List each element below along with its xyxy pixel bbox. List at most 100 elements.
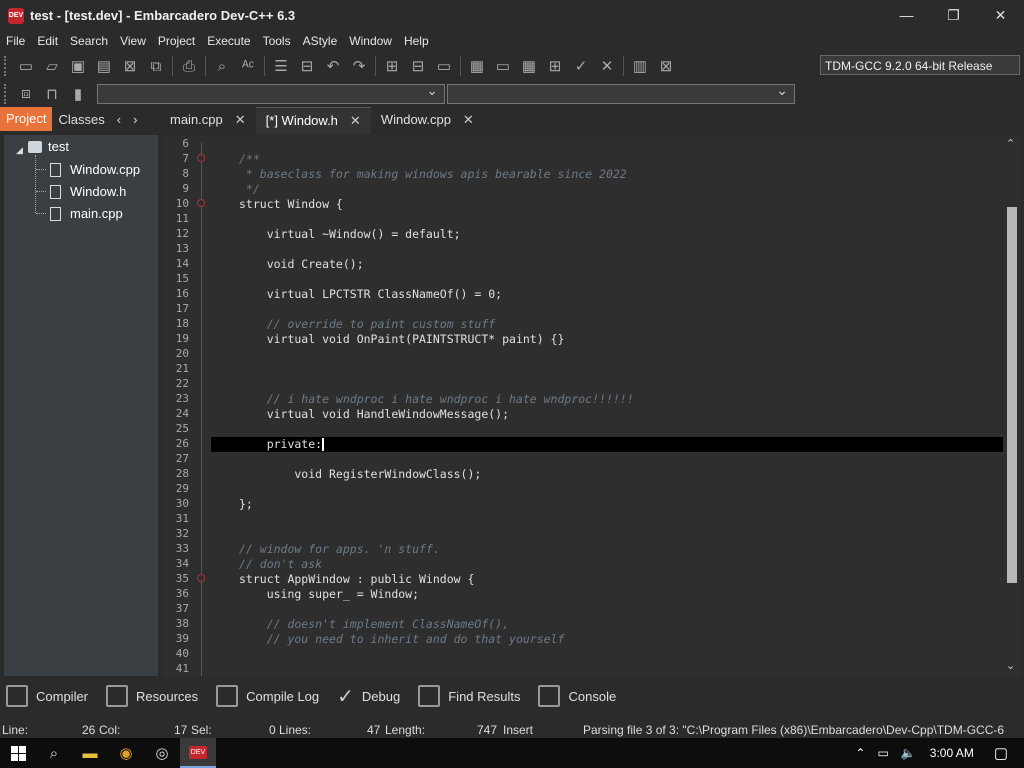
close-icon[interactable]: ✕ bbox=[235, 106, 246, 134]
menu-edit[interactable]: Edit bbox=[31, 34, 64, 48]
toolbar-grip[interactable] bbox=[4, 56, 10, 76]
delete-profile-icon[interactable]: ⊠ bbox=[653, 54, 679, 78]
menu-help[interactable]: Help bbox=[398, 34, 435, 48]
menu-window[interactable]: Window bbox=[343, 34, 398, 48]
console-icon bbox=[538, 685, 561, 707]
tree-item-main-cpp[interactable]: main.cpp bbox=[50, 206, 123, 221]
code-line: // i hate wndproc i hate wndproc i hate … bbox=[239, 392, 634, 406]
close-all-icon[interactable]: ⧉ bbox=[143, 54, 169, 78]
close-file-icon[interactable]: ⊠ bbox=[117, 54, 143, 78]
tab-window-cpp[interactable]: Window.cpp ✕ bbox=[371, 107, 484, 133]
start-button[interactable] bbox=[0, 738, 36, 768]
print-icon[interactable]: ⎙ bbox=[176, 54, 202, 78]
stop-execution-icon[interactable]: ✕ bbox=[594, 54, 620, 78]
scroll-up-icon[interactable]: ⌃ bbox=[1006, 137, 1015, 150]
scroll-down-icon[interactable]: ⌄ bbox=[1006, 659, 1015, 672]
devcpp-taskbar-button[interactable]: DEV bbox=[180, 738, 216, 768]
replace-icon[interactable]: ᴬᶜ bbox=[235, 54, 261, 78]
new-project-icon[interactable]: ⊞ bbox=[379, 54, 405, 78]
code-editor[interactable]: 6 7 8 9 10 11 12 13 14 15 16 17 18 19 20 21 22 23 24 25 26 27… bbox=[163, 135, 1003, 676]
clock[interactable]: 3:00 AM bbox=[930, 746, 974, 760]
code-line: virtual void OnPaint(PAINTSTRUCT* paint)… bbox=[239, 332, 565, 346]
goto-line-icon[interactable]: ☰ bbox=[268, 54, 294, 78]
compiler-select[interactable]: TDM-GCC 9.2.0 64-bit Release bbox=[820, 55, 1020, 75]
project-options-icon[interactable]: ▭ bbox=[431, 54, 457, 78]
save-icon[interactable]: ▣ bbox=[65, 54, 91, 78]
fold-marker-icon[interactable] bbox=[197, 574, 205, 582]
save-all-icon[interactable]: ▤ bbox=[91, 54, 117, 78]
tab-find-results[interactable]: Find Results bbox=[418, 685, 520, 707]
tab-project[interactable]: Project bbox=[0, 107, 53, 131]
toolbar-separator bbox=[460, 56, 461, 76]
open-folder-icon[interactable]: ▱ bbox=[39, 54, 65, 78]
line-number: 17 bbox=[175, 302, 189, 315]
compile-icon[interactable]: ▦ bbox=[464, 54, 490, 78]
secondary-toolbar: ⧈ ⊓ ▮ bbox=[0, 81, 1024, 106]
toggle-bookmark-icon[interactable]: ⊟ bbox=[294, 54, 320, 78]
tab-classes[interactable]: Classes bbox=[52, 107, 110, 131]
member-combo[interactable] bbox=[447, 82, 795, 104]
check-icon: ✓ bbox=[337, 685, 354, 708]
chevron-right-icon[interactable]: › bbox=[127, 112, 143, 127]
toolbar-grip[interactable] bbox=[4, 83, 10, 104]
tree-item-window-cpp[interactable]: Window.cpp bbox=[50, 162, 140, 177]
bookmark-icon[interactable]: ⊓ bbox=[39, 82, 65, 106]
fold-marker-icon[interactable] bbox=[197, 154, 205, 162]
menu-view[interactable]: View bbox=[114, 34, 152, 48]
maximize-button[interactable]: ❐ bbox=[930, 0, 977, 31]
close-icon[interactable]: ✕ bbox=[350, 107, 361, 135]
menu-search[interactable]: Search bbox=[64, 34, 114, 48]
class-combo[interactable] bbox=[97, 82, 445, 104]
check-syntax-icon[interactable]: ✓ bbox=[568, 54, 594, 78]
search-icon[interactable]: ⌕ bbox=[36, 738, 72, 768]
line-number: 30 bbox=[175, 497, 189, 510]
profile-icon[interactable]: ▥ bbox=[627, 54, 653, 78]
project-tree: ◢ test Window.cpp Window.h main.cpp bbox=[4, 135, 158, 676]
volume-muted-icon[interactable]: 🔈 bbox=[901, 746, 916, 760]
undo-icon[interactable]: ↶ bbox=[320, 54, 346, 78]
redo-icon[interactable]: ↷ bbox=[346, 54, 372, 78]
scroll-thumb[interactable] bbox=[1007, 207, 1017, 583]
menu-file[interactable]: File bbox=[0, 34, 31, 48]
close-icon[interactable]: ✕ bbox=[463, 106, 474, 134]
resources-icon bbox=[106, 685, 129, 707]
tab-resources[interactable]: Resources bbox=[106, 685, 198, 707]
code-line: /** bbox=[239, 152, 260, 166]
tab-compiler[interactable]: Compiler bbox=[6, 685, 88, 707]
app-icon[interactable]: ◎ bbox=[144, 738, 180, 768]
tab-main-cpp[interactable]: main.cpp ✕ bbox=[160, 107, 256, 133]
network-icon[interactable]: ▭ bbox=[877, 746, 888, 760]
rebuild-icon[interactable]: ⊞ bbox=[542, 54, 568, 78]
tab-debug[interactable]: ✓ Debug bbox=[337, 684, 400, 709]
close-button[interactable]: ✕ bbox=[977, 0, 1024, 31]
file-explorer-icon[interactable]: ▬ bbox=[72, 738, 108, 768]
code-line: void Create(); bbox=[239, 257, 364, 271]
notifications-icon[interactable]: ▢ bbox=[994, 744, 1008, 762]
tree-root[interactable]: test bbox=[28, 139, 69, 154]
project-folder-icon bbox=[28, 140, 42, 153]
insert-icon[interactable]: ⧈ bbox=[13, 82, 39, 106]
expand-arrow-icon[interactable]: ◢ bbox=[16, 145, 23, 156]
menu-project[interactable]: Project bbox=[152, 34, 201, 48]
chrome-icon[interactable]: ◉ bbox=[108, 738, 144, 768]
menu-execute[interactable]: Execute bbox=[201, 34, 256, 48]
tab-compile-log[interactable]: Compile Log bbox=[216, 685, 319, 707]
tab-window-h[interactable]: [*] Window.h ✕ bbox=[255, 107, 371, 135]
chevron-up-icon[interactable]: ⌃ bbox=[855, 746, 865, 760]
remove-project-icon[interactable]: ⊟ bbox=[405, 54, 431, 78]
fold-marker-icon[interactable] bbox=[197, 199, 205, 207]
tab-console[interactable]: Console bbox=[538, 685, 616, 707]
compile-run-icon[interactable]: ▦ bbox=[516, 54, 542, 78]
chevron-left-icon[interactable]: ‹ bbox=[111, 112, 127, 127]
new-file-icon[interactable]: ▭ bbox=[13, 54, 39, 78]
tree-item-window-h[interactable]: Window.h bbox=[50, 184, 126, 199]
goto-bookmark-icon[interactable]: ▮ bbox=[65, 82, 91, 106]
minimize-button[interactable]: — bbox=[883, 0, 930, 31]
run-icon[interactable]: ▭ bbox=[490, 54, 516, 78]
system-tray: ⌃ ▭ 🔈 3:00 AM ▢ bbox=[849, 738, 1024, 768]
menu-tools[interactable]: Tools bbox=[257, 34, 297, 48]
vertical-scrollbar[interactable]: ⌃ ⌄ bbox=[1003, 135, 1021, 676]
menu-astyle[interactable]: AStyle bbox=[297, 34, 344, 48]
tree-root-label: test bbox=[48, 139, 69, 154]
find-icon[interactable]: ⌕ bbox=[209, 54, 235, 78]
